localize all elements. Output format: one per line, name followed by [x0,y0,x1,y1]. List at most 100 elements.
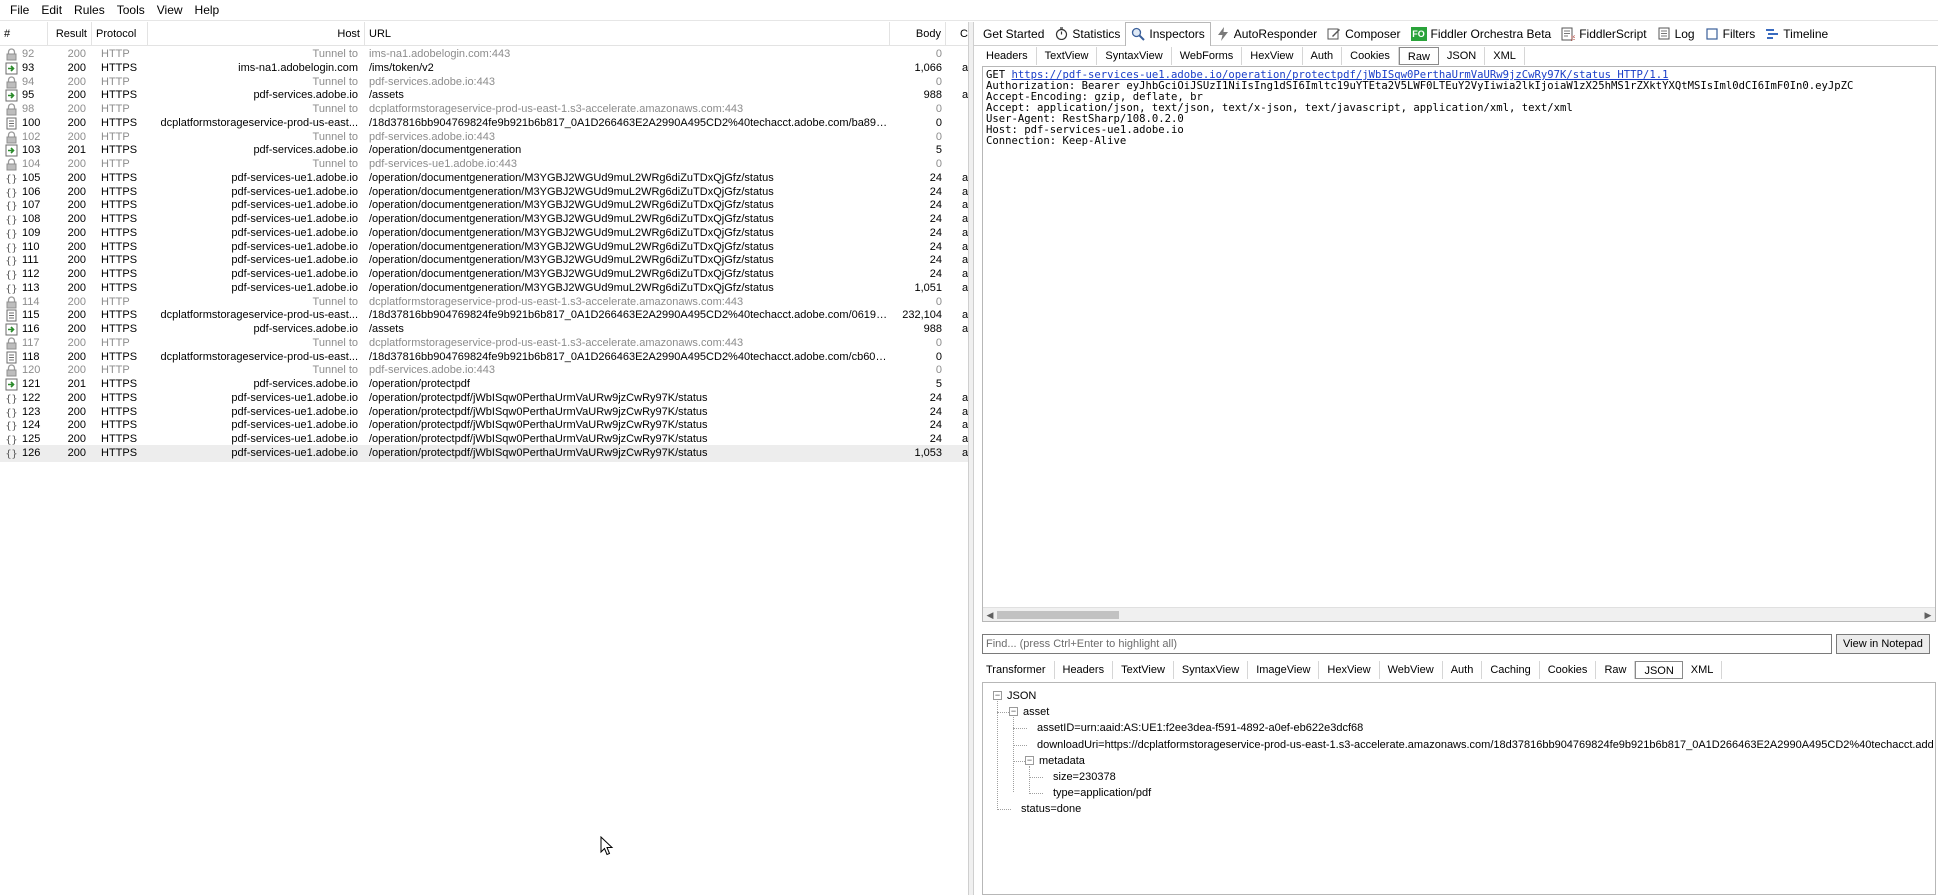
request-tab-raw[interactable]: Raw [1398,47,1439,65]
json-node: size=230378 [1053,771,1116,783]
tab-label: Timeline [1783,26,1829,41]
json-braces-icon: {} [5,449,17,460]
scroll-right-icon[interactable]: ▶ [1921,608,1935,621]
menu-help[interactable]: Help [189,0,226,21]
tab-statistics[interactable]: Statistics [1049,23,1125,45]
lightning-icon [1216,26,1230,41]
response-tab-transformer[interactable]: Transformer [978,661,1055,679]
json-tree-view[interactable]: − JSON − asset assetID=urn:aaid:AS:UE1:f2ee3… [982,682,1936,895]
tab-label: FiddlerScript [1579,26,1647,41]
menu-file[interactable]: File [4,0,35,21]
session-list-header: # Result Protocol Host URL Body C [0,22,968,46]
column-header-url[interactable]: URL [365,22,890,46]
response-tab-hexview[interactable]: HexView [1319,661,1380,679]
session-number: 126 [22,446,41,459]
horizontal-scrollbar[interactable]: ◀ ▶ [983,607,1935,621]
raw-request-view[interactable]: GET https://pdf-services-ue1.adobe.io/op… [982,66,1936,622]
response-tab-xml[interactable]: XML [1683,661,1723,679]
raw-request-text: GET https://pdf-services-ue1.adobe.io/op… [986,70,1932,147]
response-tab-imageview[interactable]: ImageView [1248,661,1320,679]
response-tab-caching[interactable]: Caching [1482,661,1540,679]
session-url: /operation/protectpdf/jWbISqw0PerthaUrmV… [369,446,708,459]
main-tab-strip: Get Started Statistics Inspectors AutoRespo… [974,21,1938,46]
request-tab-headers[interactable]: Headers [978,47,1037,65]
collapse-icon[interactable]: − [993,691,1002,700]
scrollbar-thumb[interactable] [997,611,1119,619]
collapse-icon[interactable]: − [1025,755,1034,765]
response-tab-headers[interactable]: Headers [1055,661,1114,679]
response-inspector-tabs: Transformer Headers TextView SyntaxView Imag… [974,660,1723,680]
tab-label: Inspectors [1149,27,1205,41]
compose-icon [1327,27,1341,41]
column-header-protocol[interactable]: Protocol [92,22,148,46]
menu-tools[interactable]: Tools [111,0,151,21]
tree-connector [1013,728,1027,730]
log-icon [1657,27,1671,41]
request-tab-cookies[interactable]: Cookies [1342,47,1399,65]
json-node: status=done [1021,803,1082,816]
fo-icon: FO [1410,26,1427,41]
request-inspector-tabs: Headers TextView SyntaxView WebForms HexView… [974,46,1525,66]
tree-connector [997,809,1011,811]
response-tab-textview[interactable]: TextView [1113,661,1174,679]
request-tab-xml[interactable]: XML [1485,47,1525,65]
table-row[interactable]: {} 126 200 HTTPS pdf-services-ue1.adobe.io/o… [0,444,968,462]
tree-connector [1029,777,1043,778]
request-tab-json[interactable]: JSON [1439,47,1486,65]
tab-composer[interactable]: Composer [1322,23,1405,45]
find-input[interactable]: Find... (press Ctrl+Enter to highlight a… [982,634,1832,654]
session-host: pdf-services-ue1.adobe.io [231,446,358,459]
response-tab-cookies[interactable]: Cookies [1540,661,1597,679]
tab-autoresponder[interactable]: AutoResponder [1211,23,1322,45]
json-node: assetID=urn:aaid:AS:UE1:f2ee3dea-f591-48… [1037,722,1364,735]
tree-connector [1029,765,1030,793]
scroll-left-icon[interactable]: ◀ [983,608,997,621]
json-node: type=application/pdf [1053,787,1152,800]
response-tab-raw[interactable]: Raw [1596,661,1636,679]
tab-filters[interactable]: Filters [1700,23,1761,45]
tree-connector [1013,717,1014,793]
tab-label: Fiddler Orchestra Beta [1430,26,1552,41]
column-header-body[interactable]: Body [890,22,946,46]
menu-view[interactable]: View [151,0,189,21]
session-list: # Result Protocol Host URL Body C 92 200 H… [0,22,968,895]
session-protocol: HTTPS [101,446,138,459]
mouse-cursor-icon [600,836,614,856]
response-tab-auth[interactable]: Auth [1443,661,1483,679]
tab-log[interactable]: Log [1652,23,1700,45]
tab-fiddlerscript[interactable]: JS FiddlerScript [1556,23,1651,45]
json-node: asset [1023,706,1050,719]
tree-connector [997,701,998,809]
svg-text:{}: {} [5,449,17,460]
checkbox-icon [1705,27,1719,41]
request-tab-syntaxview[interactable]: SyntaxView [1097,47,1172,65]
tab-timeline[interactable]: Timeline [1760,23,1833,45]
request-tab-webforms[interactable]: WebForms [1172,47,1243,65]
collapse-icon[interactable]: − [1009,707,1018,717]
json-node: downloadUri=https://dcplatformstorageser… [1037,738,1934,751]
find-bar: Find... (press Ctrl+Enter to highlight a… [982,634,1938,654]
response-tab-webview[interactable]: WebView [1380,661,1443,679]
request-tab-hexview[interactable]: HexView [1242,47,1303,65]
view-in-notepad-button[interactable]: View in Notepad [1836,634,1930,654]
menu-rules[interactable]: Rules [68,0,111,21]
response-tab-syntaxview[interactable]: SyntaxView [1174,661,1249,679]
column-header-host[interactable]: Host [148,22,365,46]
request-tab-textview[interactable]: TextView [1037,47,1098,65]
script-icon: JS [1561,27,1575,41]
tab-get-started[interactable]: Get Started [978,23,1049,45]
timeline-icon [1765,27,1779,41]
tab-fiddler-orchestra-beta[interactable]: FO Fiddler Orchestra Beta [1406,23,1557,45]
menu-edit[interactable]: Edit [35,0,68,21]
tab-label: Composer [1345,26,1401,41]
stopwatch-icon [1054,27,1068,41]
session-body-size: 1,053 [914,446,942,459]
column-header-result[interactable]: Result [48,22,92,46]
response-tab-json[interactable]: JSON [1635,661,1683,679]
tab-label: AutoResponder [1233,26,1318,41]
session-result: 200 [67,446,86,459]
column-header-number[interactable]: # [0,22,48,46]
request-tab-auth[interactable]: Auth [1303,47,1343,65]
column-header-caching[interactable]: C [956,22,968,46]
tab-inspectors[interactable]: Inspectors [1125,21,1211,46]
